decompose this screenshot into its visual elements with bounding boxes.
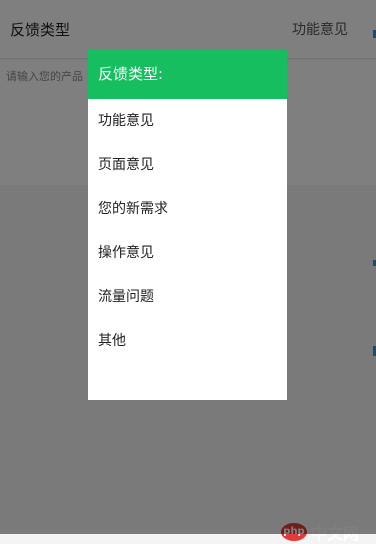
dialog-option-list: 功能意见 页面意见 您的新需求 操作意见 流量问题 其他 [88, 99, 287, 363]
dialog-option[interactable]: 其他 [88, 319, 287, 363]
dialog-option[interactable]: 操作意见 [88, 231, 287, 275]
dialog-option[interactable]: 功能意见 [88, 99, 287, 143]
dialog-title: 反馈类型: [88, 50, 287, 99]
dialog-option[interactable]: 流量问题 [88, 275, 287, 319]
dialog-option[interactable]: 您的新需求 [88, 187, 287, 231]
dialog-option[interactable]: 页面意见 [88, 143, 287, 187]
feedback-type-dialog: 反馈类型: 功能意见 页面意见 您的新需求 操作意见 流量问题 其他 [88, 50, 287, 400]
